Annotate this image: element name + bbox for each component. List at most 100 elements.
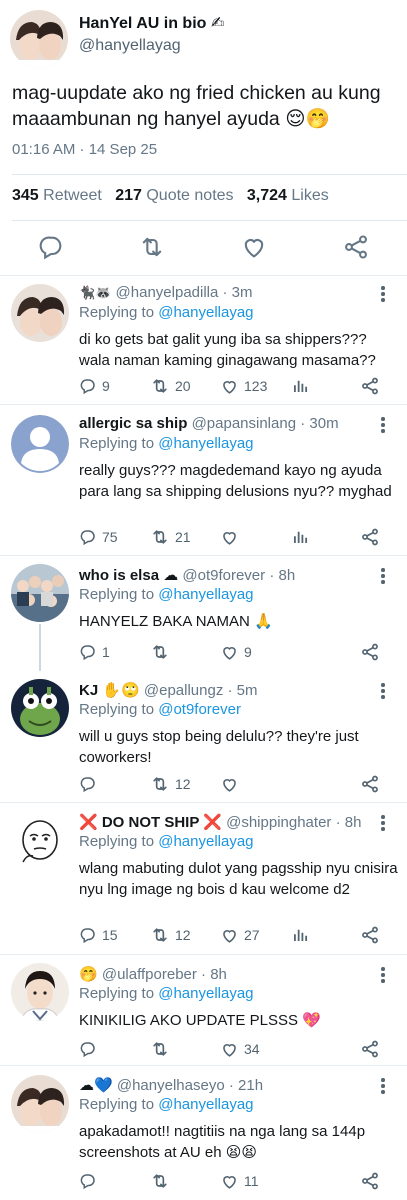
retweet-button[interactable]: 12 bbox=[150, 925, 191, 945]
tweet-timestamp[interactable]: 01:16 AM · 14 Sep 25 bbox=[12, 141, 157, 158]
share-button[interactable] bbox=[360, 1039, 380, 1059]
like-button[interactable]: 123 bbox=[220, 376, 267, 396]
reply-tweet[interactable]: 🐈‍⬛🦝 @hanyelpadilla · 3m Replying to @ha… bbox=[0, 276, 407, 405]
more-options-button[interactable] bbox=[376, 286, 390, 302]
retweet-button[interactable] bbox=[138, 233, 166, 261]
replying-to-link[interactable]: @hanyellayag bbox=[158, 586, 253, 603]
reply-button[interactable] bbox=[79, 1171, 102, 1191]
avatar[interactable] bbox=[11, 284, 69, 342]
like-button[interactable] bbox=[240, 233, 268, 261]
like-button[interactable] bbox=[220, 527, 244, 547]
main-avatar[interactable] bbox=[10, 10, 68, 68]
retweet-button[interactable] bbox=[150, 1171, 175, 1191]
replying-to-link[interactable]: @hanyellayag bbox=[158, 304, 253, 321]
replying-to-link[interactable]: @hanyellayag bbox=[158, 985, 253, 1002]
reply-author-handle[interactable]: @ulaffporeber bbox=[102, 966, 197, 983]
avatar[interactable] bbox=[11, 564, 69, 622]
reply-time[interactable]: · 8h bbox=[201, 966, 227, 983]
reply-author-handle[interactable]: @shippinghater bbox=[226, 814, 331, 831]
author-name[interactable]: HanYel AU in bio ✍ bbox=[79, 13, 224, 33]
like-button[interactable]: 11 bbox=[220, 1171, 259, 1191]
avatar[interactable] bbox=[11, 415, 69, 473]
reply-author-handle[interactable]: @papansinlang bbox=[192, 415, 296, 432]
retweet-label[interactable]: Retweet bbox=[43, 187, 102, 204]
reply-actions: 11 bbox=[79, 1171, 389, 1191]
replying-to-link[interactable]: @ot9forever bbox=[158, 701, 241, 718]
reply-tweet[interactable]: KJ ✋🙄 @epallungz · 5m Replying to @ot9fo… bbox=[0, 671, 407, 803]
reply-time[interactable]: · 21h bbox=[229, 1077, 263, 1094]
reply-button[interactable]: 9 bbox=[79, 376, 110, 396]
analytics-button[interactable] bbox=[291, 376, 309, 396]
reply-author-name[interactable]: 🤭 bbox=[79, 966, 98, 983]
analytics-button[interactable] bbox=[291, 925, 309, 945]
replying-to-link[interactable]: @hanyellayag bbox=[158, 833, 253, 850]
retweet-button[interactable]: 20 bbox=[150, 376, 191, 396]
avatar[interactable] bbox=[11, 1075, 69, 1133]
retweet-button[interactable] bbox=[150, 642, 175, 662]
more-options-button[interactable] bbox=[376, 1078, 390, 1094]
heart-icon bbox=[223, 1175, 236, 1189]
reply-tweet[interactable]: allergic sa ship @papansinlang · 30m Rep… bbox=[0, 405, 407, 556]
reply-author-name[interactable]: 🐈‍⬛🦝 bbox=[79, 286, 111, 301]
like-label[interactable]: Likes bbox=[291, 187, 328, 204]
reply-button[interactable] bbox=[79, 774, 102, 794]
author-handle[interactable]: @hanyellayag bbox=[79, 37, 181, 55]
reply-time[interactable]: · 5m bbox=[228, 682, 258, 699]
avatar[interactable] bbox=[11, 963, 69, 1021]
reply-author-name[interactable]: KJ ✋🙄 bbox=[79, 682, 140, 699]
replying-to-link[interactable]: @hanyellayag bbox=[158, 435, 253, 452]
more-options-button[interactable] bbox=[376, 417, 390, 433]
reply-time[interactable]: · 8h bbox=[336, 814, 362, 831]
reply-author-handle[interactable]: @hanyelhaseyo bbox=[117, 1077, 225, 1094]
replying-to-label: Replying to bbox=[79, 586, 155, 603]
like-count[interactable]: 3,724 bbox=[247, 187, 287, 204]
share-button[interactable] bbox=[360, 527, 380, 547]
retweet-button[interactable]: 21 bbox=[150, 527, 191, 547]
quote-label[interactable]: Quote notes bbox=[146, 187, 233, 204]
reply-author-name[interactable]: ❌ DO NOT SHIP ❌ bbox=[79, 814, 222, 831]
like-button[interactable] bbox=[220, 774, 244, 794]
reply-header: ❌ DO NOT SHIP ❌ @shippinghater · 8h bbox=[79, 813, 361, 831]
reply-button[interactable]: 15 bbox=[79, 925, 118, 945]
share-button[interactable] bbox=[360, 774, 380, 794]
quote-count[interactable]: 217 bbox=[115, 187, 142, 204]
avatar[interactable] bbox=[11, 679, 69, 737]
reply-author-name[interactable]: who is elsa ☁ bbox=[79, 567, 178, 584]
share-button[interactable] bbox=[360, 925, 380, 945]
retweet-count[interactable]: 345 bbox=[12, 187, 39, 204]
like-button[interactable]: 34 bbox=[220, 1039, 260, 1059]
reply-time[interactable]: · 30m bbox=[300, 415, 338, 432]
reply-tweet[interactable]: 🤭 @ulaffporeber · 8h Replying to @hanyel… bbox=[0, 955, 407, 1066]
reply-button[interactable] bbox=[79, 1039, 102, 1059]
more-options-button[interactable] bbox=[376, 683, 390, 699]
like-button[interactable]: 9 bbox=[220, 642, 252, 662]
like-button[interactable]: 27 bbox=[220, 925, 260, 945]
share-button[interactable] bbox=[342, 233, 370, 261]
more-options-button[interactable] bbox=[376, 967, 390, 983]
reply-button[interactable] bbox=[37, 233, 65, 261]
retweet-button[interactable] bbox=[150, 1039, 175, 1059]
reply-button[interactable]: 75 bbox=[79, 527, 118, 547]
avatar[interactable] bbox=[11, 812, 69, 870]
retweet-button[interactable]: 12 bbox=[150, 774, 191, 794]
reply-button[interactable]: 1 bbox=[79, 642, 110, 662]
reply-author-handle[interactable]: @hanyelpadilla bbox=[116, 284, 219, 301]
more-options-button[interactable] bbox=[376, 568, 390, 584]
reply-tweet[interactable]: ☁💙 @hanyelhaseyo · 21h Replying to @hany… bbox=[0, 1066, 407, 1200]
reply-tweet[interactable]: who is elsa ☁ @ot9forever · 8h Replying … bbox=[0, 556, 407, 671]
reply-author-handle[interactable]: @ot9forever bbox=[182, 567, 265, 584]
share-button[interactable] bbox=[360, 642, 380, 662]
reply-author-name[interactable]: allergic sa ship bbox=[79, 415, 187, 432]
reply-author-handle[interactable]: @epallungz bbox=[144, 682, 223, 699]
share-button[interactable] bbox=[360, 1171, 380, 1191]
reply-time[interactable]: · 8h bbox=[269, 567, 295, 584]
retweet-icon bbox=[142, 237, 162, 257]
more-options-button[interactable] bbox=[376, 815, 390, 831]
reply-author-name[interactable]: ☁💙 bbox=[79, 1077, 113, 1094]
reply-time[interactable]: · 3m bbox=[223, 284, 253, 301]
replying-to-link[interactable]: @hanyellayag bbox=[158, 1096, 253, 1113]
analytics-button[interactable] bbox=[291, 527, 309, 547]
divider bbox=[12, 220, 407, 221]
share-button[interactable] bbox=[360, 376, 380, 396]
reply-tweet[interactable]: ❌ DO NOT SHIP ❌ @shippinghater · 8h Repl… bbox=[0, 803, 407, 955]
